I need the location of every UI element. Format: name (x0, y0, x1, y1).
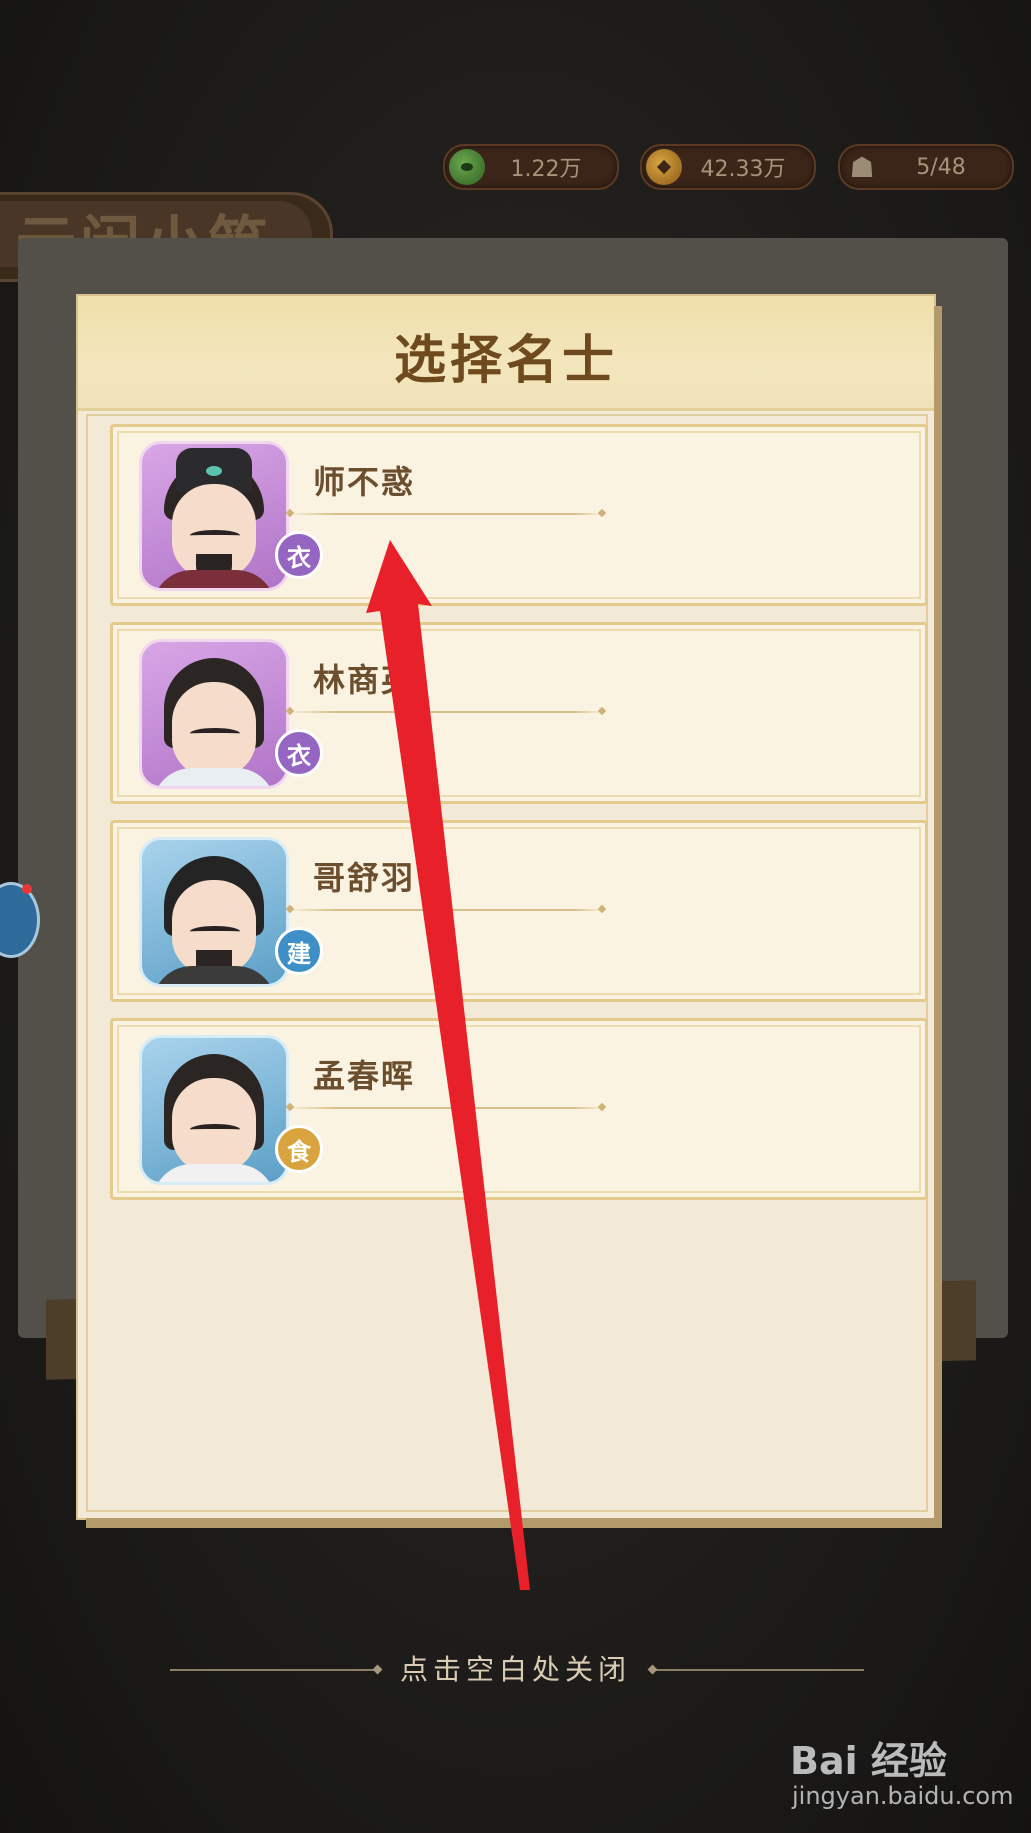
scholar-name: 林商英 (313, 661, 416, 699)
population-resource[interactable]: ☗ 5/48 (838, 144, 1014, 190)
category-badge: 衣 (275, 531, 323, 579)
notification-dot (22, 884, 32, 894)
scholar-card[interactable]: 建 哥舒羽 (110, 820, 928, 1002)
category-badge: 食 (275, 1125, 323, 1173)
category-badge: 衣 (275, 729, 323, 777)
scholar-card[interactable]: 食 孟春晖 (110, 1018, 928, 1200)
population-amount: 5/48 (916, 154, 966, 180)
panel-title: 选择名士 (393, 330, 618, 391)
coin-resource[interactable]: 42.33万 (640, 144, 816, 190)
scholar-avatar (139, 639, 289, 789)
close-hint[interactable]: 点击空白处关闭 (0, 1648, 1031, 1688)
scholar-avatar (139, 837, 289, 987)
scholar-avatar (139, 1035, 289, 1185)
select-scholar-panel: 选择名士 衣 师不惑 衣 林商英 建 哥舒羽 食 孟春晖 (78, 296, 934, 1518)
scholar-avatar (139, 441, 289, 591)
name-divider (287, 513, 605, 515)
person-icon: ☗ (849, 150, 875, 184)
hint-divider-right (652, 1669, 864, 1671)
jade-icon (449, 149, 485, 185)
scholar-card[interactable]: 衣 林商英 (110, 622, 928, 804)
scholar-name: 哥舒羽 (313, 859, 416, 897)
watermark-url: jingyan.baidu.com (792, 1782, 1014, 1810)
coin-icon (646, 149, 682, 185)
scholar-card[interactable]: 衣 师不惑 (110, 424, 928, 606)
panel-header: 选择名士 (78, 296, 934, 411)
jade-resource[interactable]: 1.22万 (443, 144, 619, 190)
coin-amount: 42.33万 (700, 157, 786, 182)
name-divider (287, 1107, 605, 1109)
scholar-list: 衣 师不惑 衣 林商英 建 哥舒羽 食 孟春晖 (86, 414, 928, 1512)
jade-amount: 1.22万 (510, 157, 582, 182)
name-divider (287, 711, 605, 713)
scholar-name: 孟春晖 (313, 1057, 416, 1095)
watermark-logo: Bai 经验 (790, 1739, 947, 1783)
category-badge: 建 (275, 927, 323, 975)
name-divider (287, 909, 605, 911)
scholar-name: 师不惑 (313, 463, 416, 501)
